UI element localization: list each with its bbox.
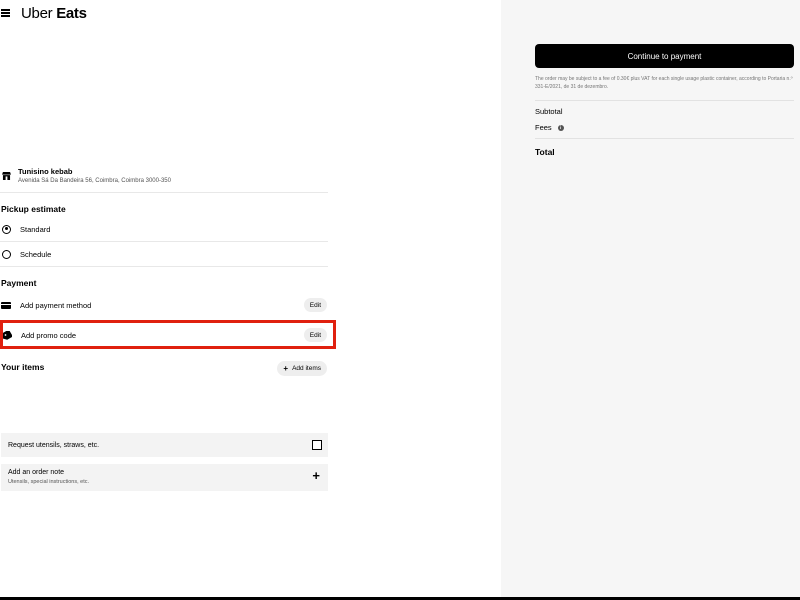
store-address: Avenida Sá Da Bandeira 56, Coimbra, Coim… <box>18 178 171 184</box>
edit-payment-button[interactable]: Edit <box>303 298 327 312</box>
logo-brand: Uber <box>21 4 53 22</box>
plus-icon: + <box>283 364 289 373</box>
add-order-note-row[interactable]: Add an order note Utensils, special inst… <box>1 464 328 491</box>
add-payment-method-label: Add payment method <box>20 300 92 310</box>
fees-row: Fees i <box>535 123 564 132</box>
radio-unselected-icon[interactable] <box>2 249 11 259</box>
info-icon[interactable]: i <box>557 124 564 131</box>
summary-divider <box>535 138 794 139</box>
plastic-fee-disclaimer: The order may be subject to a fee of 0.3… <box>535 76 793 90</box>
order-note-subtitle: Utensils, special instructions, etc. <box>8 479 90 485</box>
summary-divider <box>535 100 794 101</box>
your-items-header: Your items + Add items <box>0 360 328 376</box>
add-items-button[interactable]: + Add items <box>277 361 327 376</box>
store-name: Tunisino kebab <box>18 167 73 176</box>
pickup-estimate-title: Pickup estimate <box>1 204 66 214</box>
subtotal-label: Subtotal <box>535 107 563 116</box>
menu-icon[interactable] <box>1 9 10 17</box>
add-items-label: Add items <box>292 365 321 372</box>
radio-selected-icon[interactable] <box>2 224 11 234</box>
request-utensils-label: Request utensils, straws, etc. <box>8 441 100 449</box>
pickup-option-schedule[interactable]: Schedule <box>0 242 328 267</box>
add-note-plus-icon[interactable]: + <box>312 469 320 483</box>
pickup-option-standard[interactable]: Standard <box>0 217 328 242</box>
continue-to-payment-button[interactable]: Continue to payment <box>535 44 794 68</box>
pickup-option-label: Schedule <box>20 249 52 259</box>
utensils-checkbox[interactable] <box>312 440 322 450</box>
pickup-option-label: Standard <box>20 224 51 234</box>
credit-card-icon <box>1 301 11 309</box>
promo-code-highlight <box>0 320 336 349</box>
your-items-title: Your items <box>1 362 45 372</box>
checkout-main: Uber Eats Tunisino kebab Avenida Sá Da B… <box>0 0 501 597</box>
add-payment-method-row[interactable]: Add payment method Edit <box>0 292 328 318</box>
store-icon <box>2 172 11 180</box>
request-utensils-row[interactable]: Request utensils, straws, etc. <box>1 433 328 457</box>
subtotal-row: Subtotal <box>535 107 563 116</box>
uber-eats-logo[interactable]: Uber Eats <box>21 5 87 22</box>
total-label: Total <box>535 147 555 157</box>
payment-title: Payment <box>1 278 37 288</box>
header: Uber Eats <box>0 4 87 22</box>
logo-product: Eats <box>56 4 87 22</box>
order-note-title: Add an order note <box>8 469 65 476</box>
fees-label: Fees <box>535 123 552 132</box>
store-info: Tunisino kebab Avenida Sá Da Bandeira 56… <box>0 166 328 193</box>
